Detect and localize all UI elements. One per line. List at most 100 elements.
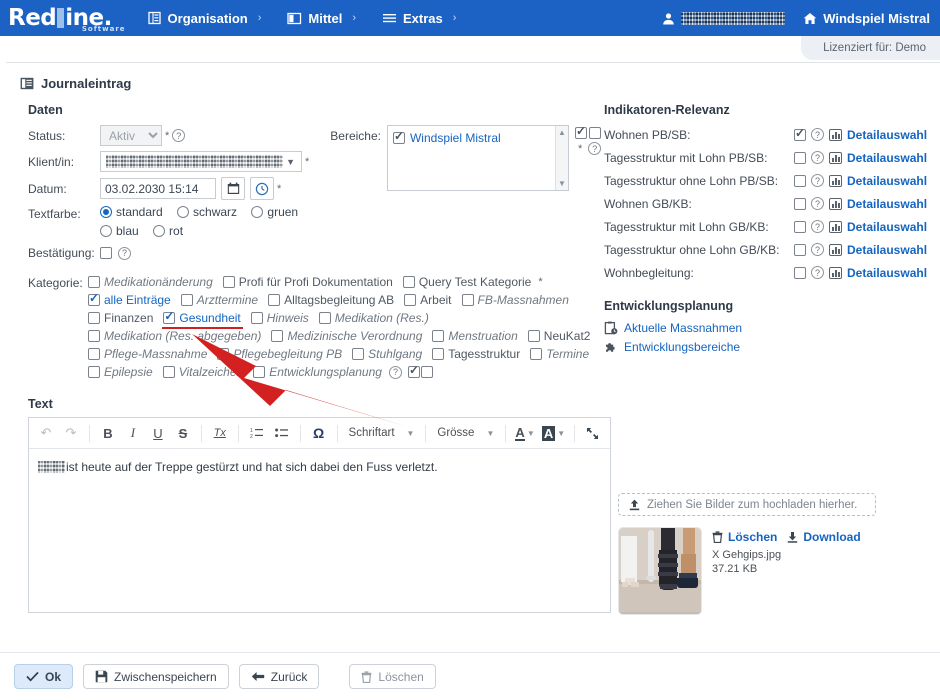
bereiche-listbox[interactable]: Windspiel Mistral ▲ ▼: [386, 125, 569, 191]
detailauswahl-link[interactable]: Detailauswahl: [847, 266, 927, 280]
indikator-checkbox[interactable]: [794, 126, 806, 141]
detailauswahl-link[interactable]: Detailauswahl: [847, 197, 927, 211]
kategorie-select-all-checkbox[interactable]: [407, 363, 420, 378]
image-dropzone[interactable]: Ziehen Sie Bilder zum hochladen hierher.: [618, 493, 876, 516]
home-link[interactable]: Windspiel Mistral: [803, 11, 930, 26]
indikator-checkbox[interactable]: [794, 151, 806, 164]
cat-neukat2[interactable]: NeuKat2: [527, 329, 590, 343]
cat-alltagsbegleitung-ab[interactable]: Alltagsbegleitung AB: [268, 293, 394, 307]
cat-stuhlgang[interactable]: Stuhlgang: [352, 347, 422, 361]
cat-medikationaenderung[interactable]: Medikationänderung: [88, 275, 213, 289]
cat-entwicklungsplanung-help-icon[interactable]: ?: [388, 365, 402, 379]
bereiche-item-checkbox[interactable]: [392, 129, 405, 144]
cat-alltagsbegleitung-ab-checkbox[interactable]: [268, 294, 281, 306]
cat-arbeit[interactable]: Arbeit: [404, 293, 452, 307]
text-color-button[interactable]: A ▼: [513, 422, 537, 444]
nav-organisation[interactable]: Organisation ›: [147, 11, 261, 26]
editor-body[interactable]: ist heute auf der Treppe gestürzt und ha…: [29, 449, 610, 612]
download-icon[interactable]: [787, 531, 798, 543]
cat-entwicklungsplanung-checkbox[interactable]: [253, 366, 266, 378]
indikator-help-icon[interactable]: ?: [811, 220, 824, 233]
bestaetigung-help-icon[interactable]: ?: [118, 246, 131, 260]
cat-menstruation-checkbox[interactable]: [432, 330, 445, 342]
kategorie-deselect-all-checkbox[interactable]: [420, 366, 433, 378]
radio-blau[interactable]: blau: [100, 224, 139, 238]
radio-gruen[interactable]: gruen: [251, 205, 298, 219]
cat-query-test[interactable]: Query Test Kategorie *: [402, 275, 546, 289]
cat-medizinische-verordnung[interactable]: Medizinische Verordnung: [271, 329, 422, 343]
cat-tagesstruktur[interactable]: Tagesstruktur: [432, 347, 520, 361]
background-color-button[interactable]: A ▼: [540, 422, 567, 444]
cat-arzttermine[interactable]: Arzttermine: [180, 293, 258, 307]
cat-pflege-massnahme-checkbox[interactable]: [88, 348, 100, 360]
link-entwicklungsbereiche[interactable]: Entwicklungsbereiche: [604, 340, 940, 354]
detailauswahl-link[interactable]: Detailauswahl: [847, 151, 927, 165]
bereiche-scrollbar[interactable]: ▲ ▼: [554, 126, 568, 190]
indikator-checkbox[interactable]: [794, 243, 806, 256]
indikator-help-icon[interactable]: ?: [811, 243, 824, 256]
scroll-up-icon[interactable]: ▲: [558, 128, 566, 137]
nav-mittel[interactable]: Mittel ›: [287, 11, 356, 26]
cat-profi-fuer-profi[interactable]: Profi für Profi Dokumentation: [222, 275, 393, 289]
cat-medikation-res-abgegeben-checkbox[interactable]: [88, 330, 100, 342]
datum-input[interactable]: [100, 178, 216, 199]
cat-medizinische-verordnung-checkbox[interactable]: [271, 330, 284, 342]
user-menu[interactable]: [662, 11, 786, 25]
italic-button[interactable]: I: [122, 422, 144, 444]
indikator-help-icon[interactable]: ?: [811, 266, 824, 279]
radio-schwarz[interactable]: schwarz: [177, 205, 237, 219]
status-select[interactable]: Aktiv: [100, 125, 162, 146]
cat-stuhlgang-checkbox[interactable]: [352, 348, 365, 360]
cat-pflegebegleitung-pb-checkbox[interactable]: [217, 348, 230, 360]
indikator-checkbox[interactable]: [794, 220, 806, 233]
clock-icon[interactable]: [250, 177, 274, 200]
trash-icon[interactable]: [712, 531, 723, 543]
remove-format-button[interactable]: Tx: [209, 422, 231, 444]
cat-pflegebegleitung-pb[interactable]: Pflegebegleitung PB: [217, 347, 342, 361]
font-size-dropdown[interactable]: Grösse ▼: [433, 427, 498, 439]
cat-epilepsie[interactable]: Epilepsie: [88, 365, 153, 379]
bereiche-select-all-checkbox[interactable]: [574, 124, 587, 139]
font-family-dropdown[interactable]: Schriftart ▼: [345, 427, 419, 439]
redo-icon[interactable]: ↷: [60, 422, 82, 444]
radio-standard[interactable]: standard: [100, 205, 163, 219]
indikator-checkbox[interactable]: [794, 197, 806, 210]
scroll-down-icon[interactable]: ▼: [558, 179, 566, 188]
cat-alle-eintraege[interactable]: alle Einträge: [88, 291, 171, 307]
link-aktuelle-massnahmen[interactable]: Aktuelle Massnahmen: [604, 321, 940, 335]
cat-entwicklungsplanung[interactable]: Entwicklungsplanung?: [253, 365, 402, 379]
cat-finanzen-checkbox[interactable]: [88, 312, 100, 324]
zurueck-button[interactable]: Zurück: [238, 664, 320, 689]
attachment-thumbnail[interactable]: [618, 527, 702, 615]
radio-rot[interactable]: rot: [153, 224, 183, 238]
cat-termine-checkbox[interactable]: [530, 348, 543, 360]
status-help-icon[interactable]: ?: [172, 129, 186, 142]
indikator-help-icon[interactable]: ?: [811, 151, 824, 164]
cat-hinweis[interactable]: Hinweis: [250, 311, 309, 325]
indikator-checkbox[interactable]: [794, 174, 806, 187]
bold-button[interactable]: B: [97, 422, 119, 444]
cat-profi-fuer-profi-checkbox[interactable]: [222, 276, 235, 288]
cat-finanzen[interactable]: Finanzen: [88, 311, 153, 325]
indikator-help-icon[interactable]: ?: [811, 174, 824, 187]
cat-arbeit-checkbox[interactable]: [404, 294, 417, 306]
cat-medikation-res[interactable]: Medikation (Res.): [318, 311, 429, 325]
redline-logo[interactable]: Red ine. Software: [8, 5, 126, 33]
cat-alle-eintraege-checkbox[interactable]: [88, 291, 100, 306]
cat-termine[interactable]: Termine: [530, 347, 589, 361]
numbered-list-icon[interactable]: 12: [246, 422, 268, 444]
calendar-icon[interactable]: [221, 177, 245, 200]
cat-medikation-res-abgegeben[interactable]: Medikation (Res. abgegeben): [88, 329, 261, 343]
cat-gesundheit-checkbox[interactable]: [163, 309, 176, 324]
download-attachment-link[interactable]: Download: [803, 530, 860, 544]
cat-vitalzeichen[interactable]: Vitalzeichen: [162, 365, 243, 379]
cat-vitalzeichen-checkbox[interactable]: [162, 366, 175, 378]
cat-pflege-massnahme[interactable]: Pflege-Massnahme: [88, 347, 207, 361]
cat-arzttermine-checkbox[interactable]: [180, 294, 193, 306]
cat-neukat2-checkbox[interactable]: [527, 330, 540, 342]
bereiche-deselect-all-checkbox[interactable]: [588, 127, 601, 139]
nav-extras[interactable]: Extras ›: [382, 11, 456, 26]
klient-select[interactable]: ▼: [100, 151, 302, 172]
cat-fb-massnahmen[interactable]: FB-Massnahmen: [461, 293, 569, 307]
cat-menstruation[interactable]: Menstruation: [432, 329, 518, 343]
